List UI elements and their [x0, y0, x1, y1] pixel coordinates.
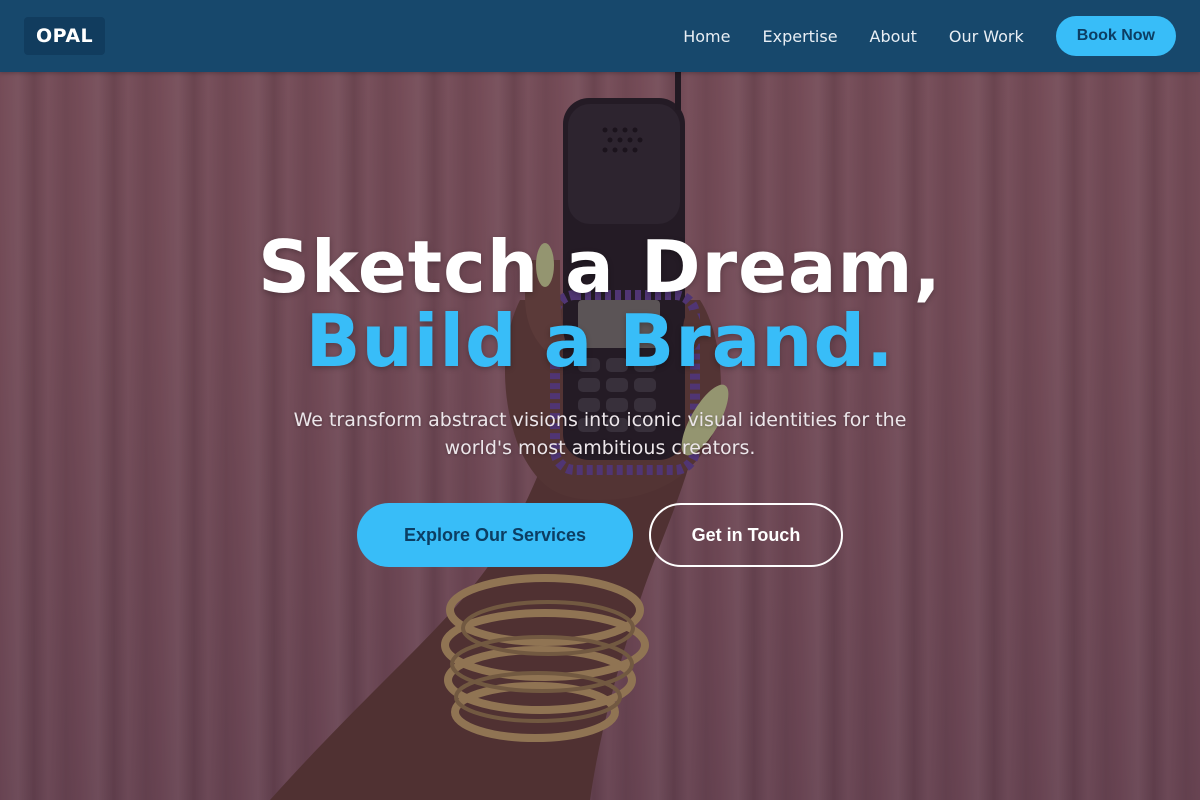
- nav-link-home[interactable]: Home: [683, 27, 730, 46]
- hero-content: Sketch a Dream, Build a Brand. We transf…: [0, 230, 1200, 567]
- headline-line-2: Build a Brand.: [305, 299, 895, 383]
- hero-subtitle: We transform abstract visions into iconi…: [293, 409, 907, 459]
- nav-menu: Home Expertise About Our Work Book Now: [683, 16, 1176, 56]
- hero-headline: Sketch a Dream, Build a Brand.: [0, 230, 1200, 378]
- nav-link-about[interactable]: About: [870, 27, 917, 46]
- nav-link-our-work[interactable]: Our Work: [949, 27, 1024, 46]
- nav-link-expertise[interactable]: Expertise: [762, 27, 837, 46]
- get-in-touch-button[interactable]: Get in Touch: [649, 503, 843, 567]
- explore-services-button[interactable]: Explore Our Services: [357, 503, 633, 567]
- book-now-button[interactable]: Book Now: [1055, 16, 1176, 56]
- headline-line-1: Sketch a Dream,: [258, 225, 942, 309]
- brand-logo[interactable]: OPAL: [24, 17, 106, 55]
- hero-cta-group: Explore Our Services Get in Touch: [0, 503, 1200, 567]
- top-navbar: OPAL Home Expertise About Our Work Book …: [0, 0, 1200, 72]
